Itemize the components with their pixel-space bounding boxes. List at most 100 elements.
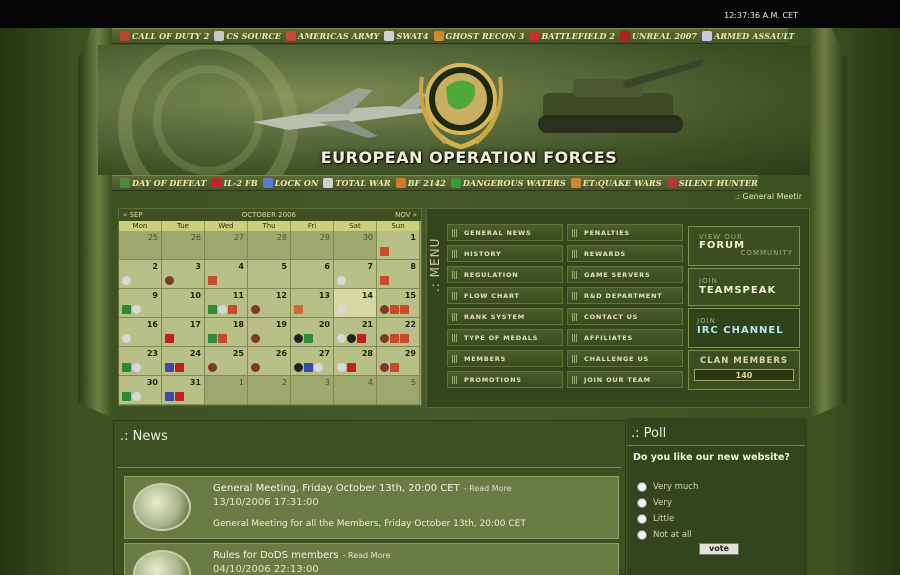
event-icon[interactable] [337,276,346,285]
game-link[interactable]: LOCK ON [262,178,319,188]
calendar-day[interactable]: 9 [119,289,162,318]
event-icon[interactable] [380,305,389,314]
calendar-day[interactable]: 7 [334,260,377,289]
calendar-day[interactable]: 27 [205,231,248,260]
calendar-day[interactable]: 3 [291,376,334,405]
teamspeak-link-box[interactable]: JOIN TEAMSPEAK [688,268,800,306]
event-icon[interactable] [251,363,260,372]
game-link[interactable]: DAY OF DEFEAT [120,178,207,188]
event-icon[interactable] [132,305,141,314]
event-icon[interactable] [122,363,131,372]
news-headline[interactable]: Rules for DoDS members [213,550,339,561]
calendar-day[interactable]: 2 [248,376,291,405]
calendar-prev-month-link[interactable]: « SEP [123,211,143,219]
calendar-day[interactable]: 20 [291,318,334,347]
calendar-day[interactable]: 11 [205,289,248,318]
event-icon[interactable] [337,305,346,314]
calendar-day[interactable]: 2 [119,260,162,289]
event-icon[interactable] [122,392,131,401]
menu-item[interactable]: GENERAL NEWS [447,224,563,241]
clan-members-box[interactable]: CLAN MEMBERS 140 [688,350,800,390]
event-icon[interactable] [380,247,389,256]
calendar-day[interactable]: 4 [334,376,377,405]
news-headline[interactable]: General Meeting, Friday October 13th, 20… [213,483,460,494]
calendar-day[interactable]: 28 [334,347,377,376]
event-icon[interactable] [380,334,389,343]
menu-item[interactable]: CHALLENGE US [567,350,683,367]
event-icon[interactable] [337,363,346,372]
calendar-day[interactable]: 29 [377,347,420,376]
event-icon[interactable] [400,334,409,343]
game-link[interactable]: CS SOURCE [214,31,281,41]
calendar-day[interactable]: 21 [334,318,377,347]
read-more-link[interactable]: - Read More [343,551,391,560]
poll-radio[interactable] [637,530,647,540]
event-icon[interactable] [122,305,131,314]
menu-item[interactable]: REWARDS [567,245,683,262]
menu-item[interactable]: JOIN OUR TEAM [567,371,683,388]
calendar-day[interactable]: 6 [291,260,334,289]
event-icon[interactable] [304,363,313,372]
calendar-day[interactable]: 13 [291,289,334,318]
game-link[interactable]: IL-2 FB [211,178,258,188]
calendar-day[interactable]: 5 [377,376,420,405]
event-icon[interactable] [347,334,356,343]
event-icon[interactable] [251,305,260,314]
menu-item[interactable]: MEMBERS [447,350,563,367]
poll-radio[interactable] [637,514,647,524]
event-icon[interactable] [390,363,399,372]
poll-option[interactable]: Very much [637,482,698,492]
menu-item[interactable]: TYPE OF MEDALS [447,329,563,346]
calendar-day[interactable]: 26 [162,231,205,260]
calendar-day[interactable]: 31 [162,376,205,405]
calendar-day[interactable]: 18 [205,318,248,347]
menu-item[interactable]: CONTACT US [567,308,683,325]
game-link[interactable]: BF 2142 [395,178,446,188]
event-icon[interactable] [228,305,237,314]
event-icon[interactable] [175,392,184,401]
event-icon[interactable] [165,276,174,285]
event-icon[interactable] [314,363,323,372]
game-link[interactable]: CALL OF DUTY 2 [120,31,209,41]
event-icon[interactable] [208,276,217,285]
calendar-day[interactable]: 3 [162,260,205,289]
menu-item[interactable]: GAME SERVERS [567,266,683,283]
calendar-day[interactable]: 25 [119,231,162,260]
read-more-link[interactable]: - Read More [464,484,512,493]
game-link[interactable]: UNREAL 2007 [620,31,697,41]
event-icon[interactable] [218,305,227,314]
calendar-day[interactable]: 17 [162,318,205,347]
calendar-day[interactable]: 1 [377,231,420,260]
event-icon[interactable] [380,363,389,372]
game-link[interactable]: SWAT4 [384,31,428,41]
event-icon[interactable] [208,305,217,314]
calendar-day[interactable]: 19 [248,318,291,347]
menu-item[interactable]: HISTORY [447,245,563,262]
poll-radio[interactable] [637,498,647,508]
game-link[interactable]: TOTAL WAR [323,178,391,188]
event-icon[interactable] [357,334,366,343]
event-icon[interactable] [132,363,141,372]
event-icon[interactable] [218,334,227,343]
calendar-day[interactable]: 10 [162,289,205,318]
poll-option[interactable]: Very [637,498,672,508]
event-icon[interactable] [122,276,131,285]
menu-item[interactable]: REGULATION [447,266,563,283]
calendar-day[interactable]: 30 [334,231,377,260]
event-icon[interactable] [304,334,313,343]
event-icon[interactable] [400,305,409,314]
calendar-day[interactable]: 27 [291,347,334,376]
calendar-day[interactable]: 1 [205,376,248,405]
calendar-day[interactable]: 24 [162,347,205,376]
menu-item[interactable]: RANK SYSTEM [447,308,563,325]
event-icon[interactable] [165,334,174,343]
event-icon[interactable] [122,334,131,343]
event-icon[interactable] [294,334,303,343]
event-icon[interactable] [294,305,303,314]
menu-item[interactable]: FLOW CHART [447,287,563,304]
calendar-day[interactable]: 26 [248,347,291,376]
calendar-day[interactable]: 5 [248,260,291,289]
calendar-day[interactable]: 16 [119,318,162,347]
event-icon[interactable] [337,334,346,343]
event-icon[interactable] [175,363,184,372]
